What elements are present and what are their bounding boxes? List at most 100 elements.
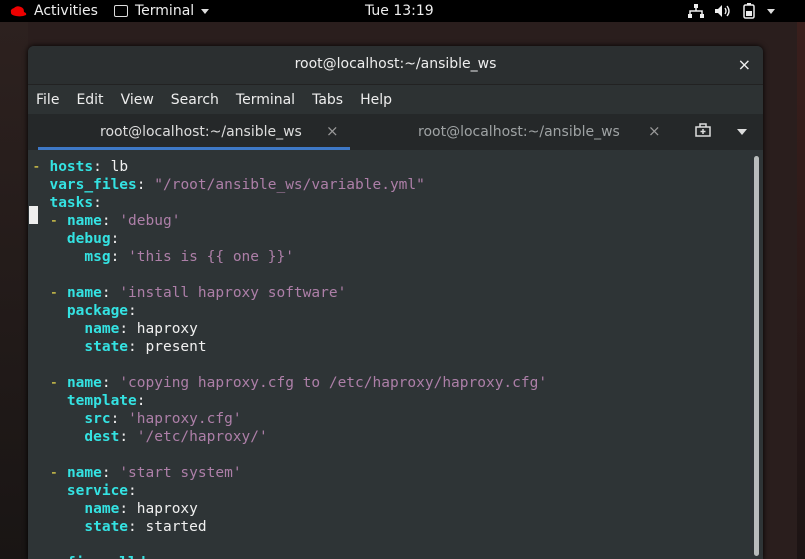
terminal-line: package: <box>32 302 137 320</box>
terminal-text: : <box>119 429 137 445</box>
terminal-text: state <box>84 339 129 355</box>
new-tab-icon[interactable] <box>695 123 711 137</box>
terminal-text: : <box>101 285 120 301</box>
terminal-line: - name: 'install haproxy software' <box>32 284 346 302</box>
menu-help[interactable]: Help <box>360 92 392 108</box>
system-tray[interactable] <box>688 0 775 22</box>
terminal-line: debug: <box>32 230 119 248</box>
terminal-line: name: haproxy <box>32 320 198 338</box>
terminal-text: : present <box>128 339 207 355</box>
terminal-text: : haproxy <box>119 321 198 337</box>
terminal-text: : <box>93 195 102 211</box>
terminal-line: src: 'haproxy.cfg' <box>32 410 242 428</box>
menu-file[interactable]: File <box>36 92 59 108</box>
menu-terminal[interactable]: Terminal <box>236 92 295 108</box>
menu-view[interactable]: View <box>121 92 154 108</box>
terminal-text: : <box>101 213 120 229</box>
app-menu-label: Terminal <box>135 2 195 19</box>
menu-tabs[interactable]: Tabs <box>312 92 343 108</box>
terminal-text: debug <box>66 231 111 247</box>
terminal-text: name <box>66 375 102 391</box>
terminal-text: hosts <box>49 159 94 175</box>
terminal-text: : <box>128 483 137 499</box>
activities-label: Activities <box>34 2 98 19</box>
terminal-line: - name: 'start system' <box>32 464 241 482</box>
terminal-text: vars_files <box>49 177 137 193</box>
tab-bar: root@localhost:~/ansible_ws × root@local… <box>28 114 763 151</box>
menu-bar: File Edit View Search Terminal Tabs Help <box>28 85 763 114</box>
clock[interactable]: Tue 13:19 <box>365 0 434 22</box>
terminal-text: : <box>136 393 146 409</box>
terminal-text: dest <box>84 429 120 445</box>
terminal-text: - <box>49 465 67 481</box>
terminal-text: "/root/ansible_ws/variable.yml" <box>154 177 425 193</box>
menu-edit[interactable]: Edit <box>76 92 103 108</box>
close-icon[interactable]: × <box>738 55 751 74</box>
scrollbar-thumb[interactable] <box>754 156 759 556</box>
terminal-text: - <box>32 159 50 175</box>
top-bar: Activities Terminal Tue 13:19 <box>0 0 805 22</box>
volume-icon <box>715 5 730 17</box>
chevron-down-icon <box>767 8 775 14</box>
terminal-text: : <box>146 555 155 559</box>
battery-icon <box>743 3 755 19</box>
network-icon <box>688 4 704 18</box>
terminal-text: : lb <box>93 159 129 175</box>
tab-1[interactable]: root@localhost:~/ansible_ws × <box>38 114 350 150</box>
app-menu[interactable]: Terminal <box>114 0 210 22</box>
terminal-output[interactable]: - hosts: lb vars_files: "/root/ansible_w… <box>28 150 763 559</box>
chevron-down-icon <box>201 8 210 14</box>
close-icon[interactable]: × <box>326 122 339 140</box>
terminal-text: - <box>49 285 67 301</box>
terminal-line: service: <box>32 482 137 500</box>
terminal-line: - name: 'copying haproxy.cfg to /etc/hap… <box>32 374 547 392</box>
menu-search[interactable]: Search <box>171 92 219 108</box>
terminal-text: - <box>49 375 67 391</box>
terminal-text: 'install haproxy software' <box>119 285 347 301</box>
terminal-text: tasks <box>49 195 94 211</box>
terminal-text: name <box>66 465 102 481</box>
window-titlebar[interactable]: root@localhost:~/ansible_ws × <box>28 46 763 85</box>
close-icon[interactable]: × <box>648 122 661 140</box>
terminal-line: tasks: <box>32 194 102 212</box>
terminal-text: name <box>84 321 120 337</box>
terminal-icon <box>114 5 128 17</box>
terminal-text: firewalld <box>67 555 146 559</box>
terminal-text: 'haproxy.cfg' <box>128 411 242 427</box>
terminal-text: : <box>110 249 129 265</box>
tab-2[interactable]: root@localhost:~/ansible_ws × <box>358 114 668 150</box>
terminal-text: name <box>66 285 102 301</box>
redhat-logo-icon <box>10 6 27 17</box>
terminal-text: 'this is {{ one }}' <box>128 249 294 265</box>
clock-label: Tue 13:19 <box>365 2 434 19</box>
terminal-text: : <box>128 303 137 319</box>
terminal-line: vars_files: "/root/ansible_ws/variable.y… <box>32 176 425 194</box>
terminal-line: state: started <box>32 518 207 536</box>
terminal-text: state <box>84 519 129 535</box>
chevron-down-icon[interactable] <box>737 129 747 135</box>
terminal-line: msg: 'this is {{ one }}' <box>32 248 294 266</box>
terminal-line: dest: '/etc/haproxy/' <box>32 428 268 446</box>
tab-label: root@localhost:~/ansible_ws <box>100 124 302 140</box>
terminal-text: : started <box>128 519 207 535</box>
activities-button[interactable]: Activities <box>8 0 98 22</box>
terminal-text: template <box>66 393 137 409</box>
tab-label: root@localhost:~/ansible_ws <box>418 124 620 140</box>
terminal-line: - name: 'debug' <box>32 212 180 230</box>
terminal-text: 'debug' <box>119 213 181 229</box>
terminal-text: : <box>136 177 155 193</box>
terminal-text: : <box>110 231 120 247</box>
terminal-text: '/etc/haproxy/' <box>136 429 268 445</box>
